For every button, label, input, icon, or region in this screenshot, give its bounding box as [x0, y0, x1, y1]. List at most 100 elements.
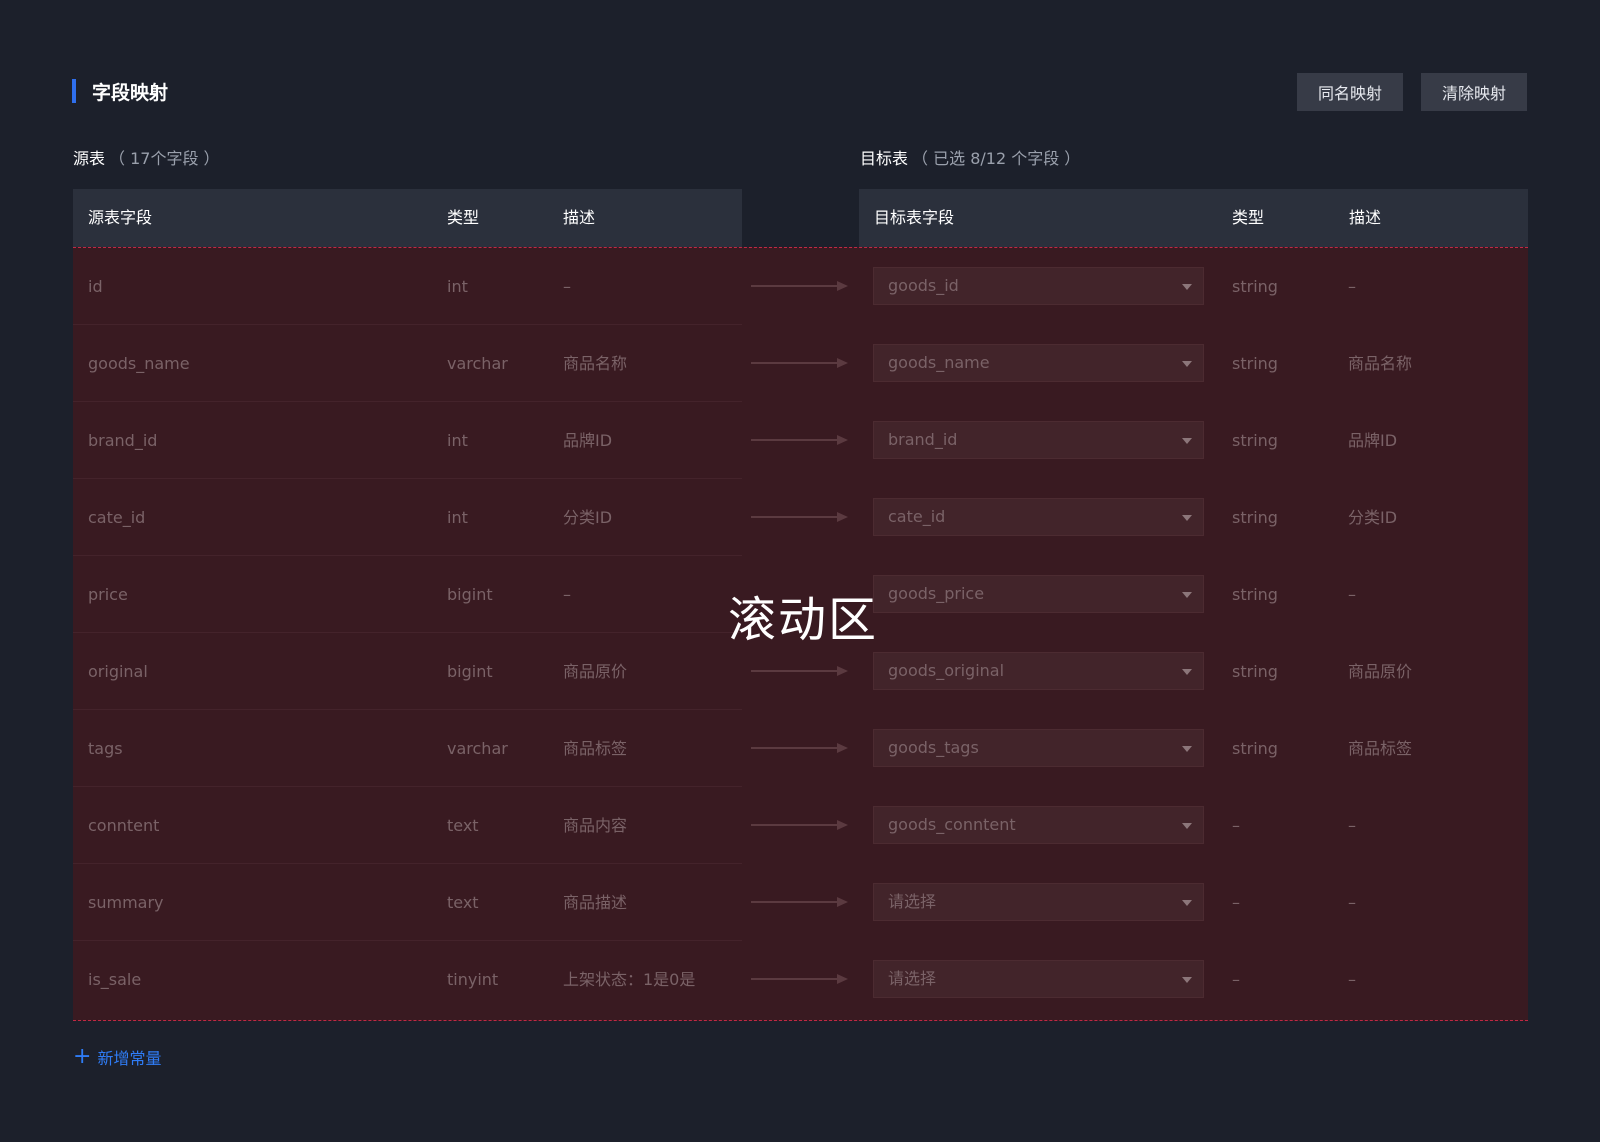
- caret-down-icon: [1182, 900, 1192, 906]
- target-field-select[interactable]: 请选择: [873, 960, 1204, 998]
- target-field-select[interactable]: goods_tags: [873, 729, 1204, 767]
- target-field-desc: 品牌ID: [1348, 431, 1398, 450]
- target-field-type: –: [1232, 970, 1240, 989]
- caret-down-icon: [1182, 361, 1192, 367]
- target-field-desc: –: [1348, 816, 1356, 835]
- target-field-value: cate_id: [888, 507, 946, 526]
- source-col-desc: 描述: [563, 208, 596, 227]
- target-field-select[interactable]: brand_id: [873, 421, 1204, 459]
- source-field-desc: 商品名称: [563, 354, 628, 373]
- source-field-name: id: [88, 277, 103, 296]
- same-name-mapping-button[interactable]: 同名映射: [1297, 73, 1403, 111]
- source-field-count: （ 17个字段 ）: [109, 149, 220, 168]
- caret-down-icon: [1182, 284, 1192, 290]
- target-field-select[interactable]: goods_id: [873, 267, 1204, 305]
- target-field-value: brand_id: [888, 430, 958, 449]
- target-field-desc: –: [1348, 277, 1356, 296]
- target-field-desc: 商品原价: [1348, 662, 1413, 681]
- source-field-type: varchar: [447, 739, 508, 758]
- target-field-select[interactable]: 请选择: [873, 883, 1204, 921]
- source-caption-title: 源表: [73, 149, 106, 168]
- target-field-select[interactable]: goods_price: [873, 575, 1204, 613]
- source-field-name: brand_id: [88, 431, 158, 450]
- mapping-arrow-icon: [751, 281, 849, 291]
- add-constant-link[interactable]: + 新增常量: [73, 1045, 161, 1069]
- source-field-type: text: [447, 893, 479, 912]
- section-header: 字段映射: [72, 79, 169, 104]
- target-field-type: string: [1232, 585, 1278, 604]
- source-field-name: price: [88, 585, 128, 604]
- target-field-desc: 商品名称: [1348, 354, 1413, 373]
- clear-mapping-button[interactable]: 清除映射: [1421, 73, 1527, 111]
- source-field-desc: 分类ID: [563, 508, 613, 527]
- target-col-desc: 描述: [1349, 208, 1382, 227]
- target-field-desc: –: [1348, 585, 1356, 604]
- target-field-value: goods_name: [888, 353, 990, 372]
- section-title: 字段映射: [92, 81, 169, 104]
- target-field-value: goods_original: [888, 661, 1005, 680]
- target-field-type: –: [1232, 893, 1240, 912]
- source-field-type: bigint: [447, 585, 493, 604]
- mapping-row: conntent text 商品内容 goods_conntent – –: [73, 787, 1528, 864]
- target-field-select[interactable]: goods_conntent: [873, 806, 1204, 844]
- target-field-value: goods_tags: [888, 738, 979, 757]
- source-field-desc: 品牌ID: [563, 431, 613, 450]
- mapping-row: brand_id int 品牌ID brand_id string 品牌ID: [73, 402, 1528, 479]
- source-field-desc: 商品描述: [563, 893, 628, 912]
- target-field-type: string: [1232, 508, 1278, 527]
- source-field-name: is_sale: [88, 970, 142, 989]
- source-field-type: int: [447, 431, 468, 450]
- target-selected-count: （ 已选 8/12 个字段 ）: [912, 149, 1081, 168]
- caret-down-icon: [1182, 438, 1192, 444]
- source-field-type: text: [447, 816, 479, 835]
- caret-down-icon: [1182, 746, 1192, 752]
- source-field-desc: 商品标签: [563, 739, 628, 758]
- source-field-name: tags: [88, 739, 123, 758]
- source-field-name: original: [88, 662, 148, 681]
- target-field-desc: 分类ID: [1348, 508, 1398, 527]
- target-field-select[interactable]: goods_original: [873, 652, 1204, 690]
- source-field-desc: 商品原价: [563, 662, 628, 681]
- mapping-arrow-icon: [751, 358, 849, 368]
- scroll-area-label: 滚动区: [728, 592, 879, 648]
- caret-down-icon: [1182, 977, 1192, 983]
- target-field-select[interactable]: cate_id: [873, 498, 1204, 536]
- target-field-type: string: [1232, 431, 1278, 450]
- target-field-value: goods_price: [888, 584, 985, 603]
- caret-down-icon: [1182, 823, 1192, 829]
- target-field-value: 请选择: [888, 969, 937, 988]
- mapping-arrow-icon: [751, 820, 849, 830]
- target-field-value: 请选择: [888, 892, 937, 911]
- target-field-value: goods_conntent: [888, 815, 1016, 834]
- target-field-type: string: [1232, 354, 1278, 373]
- caret-down-icon: [1182, 592, 1192, 598]
- source-field-desc: –: [563, 585, 571, 604]
- target-field-select[interactable]: goods_name: [873, 344, 1204, 382]
- target-field-type: string: [1232, 739, 1278, 758]
- target-field-desc: –: [1348, 970, 1356, 989]
- mapping-arrow-icon: [751, 512, 849, 522]
- mapping-arrow-icon: [751, 897, 849, 907]
- source-field-type: tinyint: [447, 970, 499, 989]
- target-field-desc: –: [1348, 893, 1356, 912]
- mapping-arrow-icon: [751, 743, 849, 753]
- source-field-type: int: [447, 508, 468, 527]
- mapping-row: id int – goods_id string –: [73, 248, 1528, 325]
- source-field-name: cate_id: [88, 508, 146, 527]
- target-col-field: 目标表字段: [874, 208, 955, 227]
- source-field-type: bigint: [447, 662, 493, 681]
- plus-icon: +: [73, 1044, 92, 1069]
- source-table-caption: 源表（ 17个字段 ）: [73, 145, 220, 169]
- target-table-caption: 目标表（ 已选 8/12 个字段 ）: [860, 145, 1080, 169]
- target-field-value: goods_id: [888, 276, 959, 295]
- caret-down-icon: [1182, 515, 1192, 521]
- source-field-name: summary: [88, 893, 164, 912]
- target-field-desc: 商品标签: [1348, 739, 1413, 758]
- mapping-row: is_sale tinyint 上架状态：1是0是 请选择 – –: [73, 941, 1528, 1018]
- mapping-row: summary text 商品描述 请选择 – –: [73, 864, 1528, 941]
- source-field-type: varchar: [447, 354, 508, 373]
- add-constant-label: 新增常量: [97, 1049, 162, 1068]
- mapping-row: goods_name varchar 商品名称 goods_name string 商品名…: [73, 325, 1528, 402]
- target-field-type: –: [1232, 816, 1240, 835]
- target-table-header: 目标表字段 类型 描述: [859, 189, 1528, 247]
